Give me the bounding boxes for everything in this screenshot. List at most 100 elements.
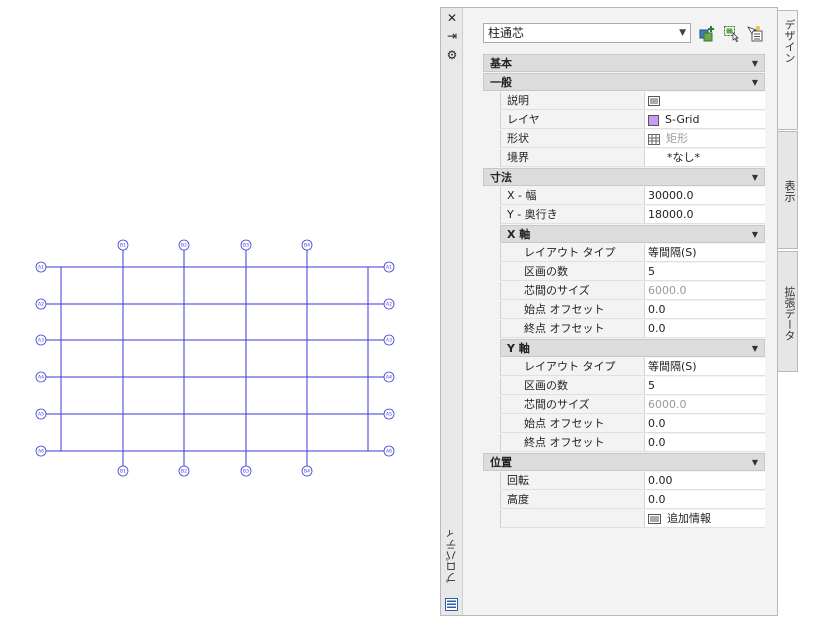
tab-extended-data[interactable]: 拡張データ [778, 251, 798, 372]
svg-text:A3: A3 [386, 338, 392, 344]
drawing-canvas[interactable]: B1 B1 B2 B2 B3 B3 B4 B4 A1 A1 A2 A2 A3 A3 A4 A4 A5 A5 A6 A6 [0, 0, 420, 623]
style-dropdown-value: 柱通芯 [488, 26, 525, 40]
svg-text:A6: A6 [38, 449, 44, 455]
palette-content: 柱通芯 ▼ 基本 ▼ 一般 ▼ 説明 レイヤ S-Grid 形状 矩形 境界 *… [463, 8, 777, 615]
select-objects-icon[interactable] [723, 25, 740, 42]
grid-bubble-left[interactable]: A2 [35, 298, 47, 310]
grid-lines[interactable] [46, 250, 384, 466]
grid-bubble-right[interactable]: A3 [383, 334, 395, 346]
collapse-icon[interactable]: ▼ [752, 169, 758, 186]
y-end-offset-value[interactable]: 0.0 [644, 434, 765, 452]
grid-bubble-right[interactable]: A4 [383, 371, 395, 383]
property-row-elevation[interactable]: 高度 0.0 [483, 491, 765, 509]
category-location[interactable]: 位置 ▼ [483, 453, 765, 471]
property-row-x-layout-type[interactable]: レイアウト タイプ 等間隔(S) [483, 244, 765, 262]
collapse-icon[interactable]: ▼ [752, 55, 758, 72]
description-value[interactable] [644, 92, 765, 110]
grid-bubble-top[interactable]: B1 [117, 239, 129, 251]
tab-display[interactable]: 表示 [778, 131, 798, 249]
property-row-shape[interactable]: 形状 矩形 [483, 130, 765, 148]
category-y-axis[interactable]: Y 軸 ▼ [500, 339, 765, 357]
grid-bubble-right[interactable]: A1 [383, 261, 395, 273]
grid-bubble-left[interactable]: A6 [35, 445, 47, 457]
layer-color-swatch [648, 114, 659, 126]
style-dropdown[interactable]: 柱通芯 ▼ [483, 23, 691, 43]
collapse-icon[interactable]: ▼ [752, 340, 758, 357]
svg-text:B1: B1 [120, 469, 126, 475]
rotation-value[interactable]: 0.00 [644, 472, 765, 490]
grid-bubble-top[interactable]: B4 [301, 239, 313, 251]
shape-value: 矩形 [666, 132, 688, 145]
elevation-value[interactable]: 0.0 [644, 491, 765, 509]
svg-text:A6: A6 [386, 449, 392, 455]
additional-info-button[interactable]: 追加情報 [644, 510, 765, 528]
grid-bubble-right[interactable]: A6 [383, 445, 395, 457]
y-start-offset-value[interactable]: 0.0 [644, 415, 765, 433]
x-layout-type-value[interactable]: 等間隔(S) [644, 244, 765, 262]
grid-bubble-bottom[interactable]: B1 [117, 465, 129, 477]
grid-bubble-bottom[interactable]: B2 [178, 465, 190, 477]
category-general[interactable]: 一般 ▼ [483, 73, 765, 91]
grid-bubble-left[interactable]: A4 [35, 371, 47, 383]
y-bays-value[interactable]: 5 [644, 377, 765, 395]
autohide-icon[interactable]: ⇥ [444, 29, 460, 43]
property-row-description[interactable]: 説明 [483, 92, 765, 110]
svg-text:B2: B2 [181, 243, 187, 249]
x-end-offset-value[interactable]: 0.0 [644, 320, 765, 338]
property-row-layer[interactable]: レイヤ S-Grid [483, 111, 765, 129]
property-row-additional-info[interactable]: 追加情報 [483, 510, 765, 528]
grid-bubble-left[interactable]: A5 [35, 408, 47, 420]
property-row-x-width[interactable]: X - 幅 30000.0 [483, 187, 765, 205]
x-bay-size-value: 6000.0 [644, 282, 765, 300]
grid-bubble-left[interactable]: A3 [35, 334, 47, 346]
grid-bubble-bottom[interactable]: B4 [301, 465, 313, 477]
property-row-x-bays[interactable]: 区画の数 5 [483, 263, 765, 281]
grid-bubble-top[interactable]: B3 [240, 239, 252, 251]
x-width-value[interactable]: 30000.0 [644, 187, 765, 205]
property-row-rotation[interactable]: 回転 0.00 [483, 472, 765, 490]
property-row-x-end-offset[interactable]: 終点 オフセット 0.0 [483, 320, 765, 338]
svg-text:B3: B3 [243, 469, 249, 475]
x-start-offset-value[interactable]: 0.0 [644, 301, 765, 319]
collapse-icon[interactable]: ▼ [752, 74, 758, 91]
category-x-axis[interactable]: X 軸 ▼ [500, 225, 765, 243]
grid-bubble-right[interactable]: A5 [383, 408, 395, 420]
svg-text:A1: A1 [38, 265, 44, 271]
category-basic[interactable]: 基本 ▼ [483, 54, 765, 72]
property-row-y-bays[interactable]: 区画の数 5 [483, 377, 765, 395]
collapse-icon[interactable]: ▼ [752, 226, 758, 243]
property-row-y-depth[interactable]: Y - 奥行き 18000.0 [483, 206, 765, 224]
property-row-x-start-offset[interactable]: 始点 オフセット 0.0 [483, 301, 765, 319]
quick-select-icon[interactable] [746, 25, 763, 42]
svg-text:A3: A3 [38, 338, 44, 344]
property-row-y-start-offset[interactable]: 始点 オフセット 0.0 [483, 415, 765, 433]
y-layout-type-value[interactable]: 等間隔(S) [644, 358, 765, 376]
x-bays-value[interactable]: 5 [644, 263, 765, 281]
svg-text:A2: A2 [38, 302, 44, 308]
property-row-y-layout-type[interactable]: レイアウト タイプ 等間隔(S) [483, 358, 765, 376]
property-row-x-bay-size[interactable]: 芯間のサイズ 6000.0 [483, 282, 765, 300]
close-icon[interactable]: ✕ [444, 11, 460, 25]
y-depth-value[interactable]: 18000.0 [644, 206, 765, 224]
property-row-y-end-offset[interactable]: 終点 オフセット 0.0 [483, 434, 765, 452]
grid-bubble-left[interactable]: A1 [35, 261, 47, 273]
collapse-icon[interactable]: ▼ [752, 454, 758, 471]
property-row-boundary[interactable]: 境界 *なし* [483, 149, 765, 167]
property-grid: 基本 ▼ 一般 ▼ 説明 レイヤ S-Grid 形状 矩形 境界 *なし* 寸法… [483, 54, 765, 529]
category-dimensions[interactable]: 寸法 ▼ [483, 168, 765, 186]
boundary-value[interactable]: *なし* [644, 149, 765, 167]
quick-properties-icon[interactable] [445, 598, 458, 611]
grid-bubbles[interactable]: B1 B1 B2 B2 B3 B3 B4 B4 A1 A1 A2 A2 A3 A3 A4 A4 A5 A5 A6 A6 [35, 239, 395, 477]
grid-bubble-bottom[interactable]: B3 [240, 465, 252, 477]
grid-bubble-right[interactable]: A2 [383, 298, 395, 310]
grid-boundary[interactable] [60, 266, 369, 452]
additional-info-icon [648, 514, 661, 524]
property-row-y-bay-size[interactable]: 芯間のサイズ 6000.0 [483, 396, 765, 414]
edit-description-icon[interactable] [648, 96, 660, 106]
grid-bubble-top[interactable]: B2 [178, 239, 190, 251]
svg-text:B4: B4 [304, 469, 310, 475]
tab-design[interactable]: デザイン [778, 10, 798, 130]
add-object-icon[interactable] [699, 25, 716, 42]
svg-text:B2: B2 [181, 469, 187, 475]
settings-icon[interactable]: ⚙ [444, 48, 460, 62]
